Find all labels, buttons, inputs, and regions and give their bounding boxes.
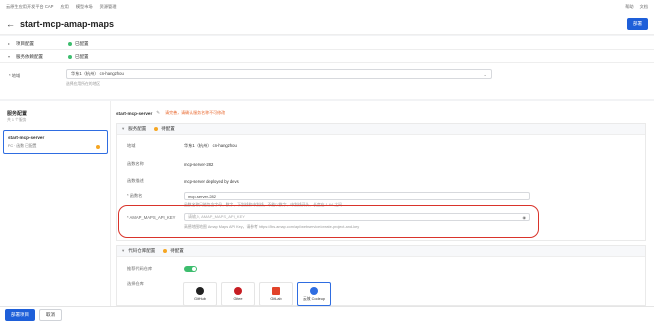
- repo-label: 选择仓库: [127, 281, 144, 286]
- row-key: 函数描述: [127, 178, 144, 183]
- repo-option-github[interactable]: GitHub: [183, 282, 217, 306]
- service-config-main: start-mcp-server ✎ 请完善，请确认服务名称不可修改 ▾ 服务配…: [111, 101, 654, 306]
- nav-docs-link[interactable]: 文档: [640, 4, 648, 10]
- section-label: 项目配置: [16, 40, 34, 46]
- region-label: * 地域: [9, 73, 21, 78]
- chevron-down-icon: ⌄: [483, 71, 487, 77]
- chevron-down-icon: ▾: [122, 248, 125, 253]
- row-key: 地域: [127, 143, 136, 148]
- nav-item-apps[interactable]: 应用: [60, 4, 68, 10]
- region-select[interactable]: 华东1（杭州） cn-hangzhou ⌄: [66, 69, 492, 79]
- service-config-header[interactable]: ▾ 服务配置 待配置: [117, 124, 645, 135]
- footer-bar: 部署项目 取消: [0, 306, 654, 322]
- fn-name-field-row: * 函数名 mcp-server-282: [127, 192, 530, 200]
- top-nav-right: 帮助 文档: [619, 4, 648, 10]
- repo-toggle[interactable]: [184, 266, 197, 272]
- nav-item-models[interactable]: 模型市场: [76, 4, 93, 10]
- status-text: 待配置: [170, 248, 184, 253]
- deploy-project-button[interactable]: 部署项目: [5, 308, 35, 321]
- gitlab-icon: [272, 287, 280, 295]
- status-dot: [68, 54, 72, 59]
- status-text: 已配置: [75, 40, 89, 46]
- box-title: 代码仓库配置: [128, 248, 156, 253]
- toggle-label: 推荐代码仓库: [127, 266, 153, 271]
- page-title: start-mcp-amap-maps: [20, 18, 115, 29]
- api-key-highlight-annotation: [118, 205, 539, 238]
- chevron-down-icon: ▾: [8, 54, 11, 59]
- nav-item-platform[interactable]: 云原生应用开发平台 CAP: [6, 4, 53, 10]
- status-text: 待配置: [161, 126, 175, 131]
- page-header: ← start-mcp-amap-maps 部署: [0, 13, 654, 35]
- status-dot: [163, 249, 168, 253]
- fn-name-label: * 函数名: [127, 193, 143, 198]
- repo-name: GitLab: [270, 297, 282, 301]
- status-text: 已配置: [75, 53, 89, 59]
- github-icon: [196, 287, 204, 295]
- chevron-down-icon: ▾: [122, 126, 125, 131]
- deploy-header-button[interactable]: 部署: [627, 18, 648, 30]
- service-card[interactable]: start-mcp-server FC · 函数 已配置: [3, 130, 108, 154]
- gitee-icon: [234, 287, 242, 295]
- section-dependencies[interactable]: ▾ 服务依赖配置 已配置: [0, 51, 654, 63]
- box-title: 服务配置: [128, 126, 147, 131]
- row-value: mcp-server-282: [184, 161, 214, 167]
- section-label: 服务依赖配置: [16, 53, 43, 59]
- arrow-left-icon[interactable]: ←: [6, 19, 15, 29]
- nav-help-link[interactable]: 帮助: [625, 4, 633, 10]
- row-value: mcp-server deployed by devs: [184, 178, 239, 184]
- service-name: start-mcp-server: [116, 110, 153, 116]
- top-nav: 云原生应用开发平台 CAP 应用 模型市场 资源管理 帮助 文档: [0, 0, 654, 13]
- nav-item-resources[interactable]: 资源管理: [100, 4, 117, 10]
- notice-text: 请完善，请确认服务名称不可修改: [165, 110, 226, 115]
- row-value: 华东1（杭州） cn-hangzhou: [184, 143, 237, 148]
- info-row-fn-name: 函数名称 mcp-server-282: [127, 161, 213, 167]
- warning-dot: [96, 145, 100, 149]
- repo-select-row: 选择仓库: [127, 281, 184, 287]
- chevron-right-icon: ▸: [8, 41, 11, 46]
- repo-name: 云效 Codeup: [303, 296, 325, 301]
- code-repo-header[interactable]: ▾ 代码仓库配置 待配置: [117, 246, 645, 257]
- row-key: 函数名称: [127, 161, 144, 166]
- repo-toggle-row: 推荐代码仓库: [127, 266, 197, 272]
- cancel-button[interactable]: 取消: [39, 308, 62, 321]
- repo-name: Gitee: [233, 297, 243, 301]
- service-card-sub: FC · 函数 已配置: [8, 144, 37, 148]
- status-dot: [68, 41, 72, 46]
- panel-title: 服务配置: [7, 111, 28, 117]
- service-card-name: start-mcp-server: [8, 135, 45, 140]
- repo-option-gitee[interactable]: Gitee: [221, 282, 255, 306]
- status-dot: [154, 127, 159, 131]
- panel-subtitle: 共 1 个服务: [7, 118, 27, 122]
- repo-name: GitHub: [194, 297, 206, 301]
- region-hint: 选择应用所在的地区: [66, 82, 101, 86]
- section-project[interactable]: ▸ 项目配置 已配置: [0, 38, 654, 50]
- info-row-fn-desc: 函数描述 mcp-server deployed by devs: [127, 178, 239, 184]
- region-value: 华东1（杭州） cn-hangzhou: [71, 71, 124, 76]
- config-sections: ▸ 项目配置 已配置 ▾ 服务依赖配置 已配置 * 地域 华东1（杭州） cn-…: [0, 36, 654, 99]
- fn-name-input[interactable]: mcp-server-282: [184, 192, 530, 200]
- service-list-panel: 服务配置 共 1 个服务 start-mcp-server FC · 函数 已配…: [0, 101, 111, 306]
- codeup-icon: [310, 286, 318, 295]
- repo-option-gitlab[interactable]: GitLab: [259, 282, 293, 306]
- info-row-region: 地域 华东1（杭州） cn-hangzhou: [127, 143, 237, 149]
- fn-name-value: mcp-server-282: [188, 193, 217, 199]
- repo-option-codeup[interactable]: 云效 Codeup: [297, 282, 331, 306]
- edit-icon[interactable]: ✎: [156, 110, 160, 116]
